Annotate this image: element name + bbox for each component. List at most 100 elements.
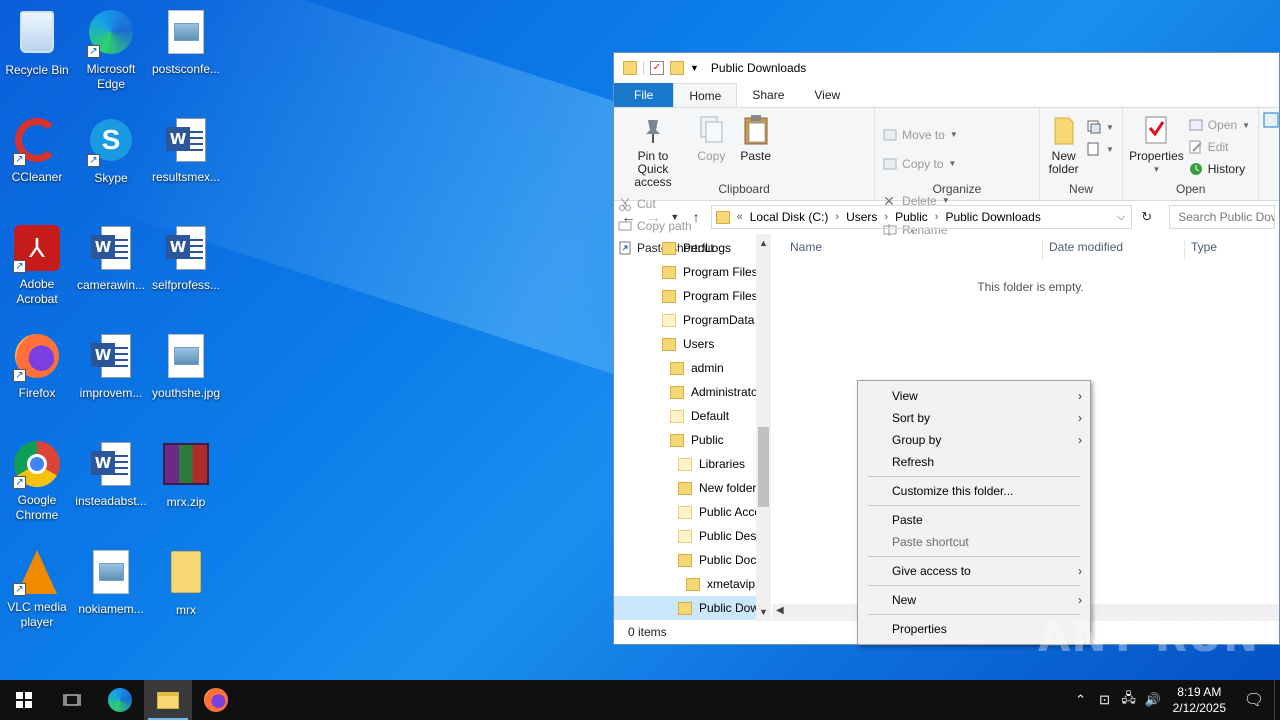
breadcrumb-separator-icon[interactable]: › [835, 211, 839, 223]
address-bar[interactable]: « Local Disk (C:) › Users › Public › Pub… [710, 205, 1133, 229]
paste-label: Paste [740, 149, 772, 163]
new-item-button[interactable]: ▼ [1087, 116, 1114, 138]
desktop-icon[interactable]: ⅄ ↗ Adobe Acrobat [0, 224, 74, 307]
start-button[interactable] [0, 680, 48, 720]
easy-access-button[interactable]: ▼ [1087, 138, 1114, 160]
navigation-pane-scrollbar[interactable]: ▲ ▼ [756, 234, 771, 621]
tree-item[interactable]: Users [614, 332, 771, 356]
desktop-icon[interactable]: postsconfe... [149, 8, 223, 77]
network-icon[interactable]: 🖧 [1117, 689, 1141, 711]
title-bar[interactable]: ✓ ▼ Public Downloads [614, 53, 1279, 83]
show-hidden-icons-chevron-icon[interactable]: ⌃ [1069, 692, 1093, 708]
device-tray-icon[interactable]: ⊡ [1093, 692, 1117, 708]
tab-file[interactable]: File [614, 83, 674, 107]
desktop-icon[interactable]: Winsteadabst... [74, 440, 148, 509]
desktop-icon[interactable]: S ↗ Skype [74, 116, 148, 186]
context-menu-item[interactable]: Group by › [858, 429, 1090, 451]
tree-item[interactable]: Program Files (x86) [614, 284, 771, 308]
breadcrumb-public-downloads[interactable]: Public Downloads [945, 210, 1040, 224]
breadcrumb-local-disk[interactable]: Local Disk (C:) [750, 210, 829, 224]
tree-item[interactable]: New folder [614, 476, 771, 500]
scroll-down-icon[interactable]: ▼ [756, 607, 771, 617]
breadcrumb-public[interactable]: Public [895, 210, 928, 224]
desktop-icon[interactable]: Wresultsmex... [149, 116, 223, 185]
edit-button[interactable]: Edit [1189, 136, 1250, 158]
context-menu-item[interactable]: New › [858, 589, 1090, 611]
select-all-icon[interactable] [1263, 112, 1279, 131]
desktop-icon[interactable]: mrx [149, 548, 223, 618]
desktop-icon[interactable]: ↗ Google Chrome [0, 440, 74, 523]
taskbar-file-explorer-button[interactable] [144, 680, 192, 720]
address-overflow[interactable]: « [737, 211, 743, 223]
copy-to-button[interactable]: Copy to ▼ [883, 149, 965, 178]
tab-view[interactable]: View [799, 83, 855, 107]
tree-item[interactable]: ProgramData [614, 308, 771, 332]
pin-to-quick-access-button[interactable]: Pin to Quick access [618, 112, 688, 191]
taskbar-edge-button[interactable] [96, 680, 144, 720]
tree-item[interactable]: Administrator [614, 380, 771, 404]
tree-item[interactable]: admin [614, 356, 771, 380]
tree-item[interactable]: Program Files [614, 260, 771, 284]
scrollbar-thumb[interactable] [758, 427, 769, 507]
desktop-icon[interactable]: ↗ Firefox [0, 332, 74, 401]
tree-item[interactable]: Default [614, 404, 771, 428]
desktop-icon[interactable]: ↗ Microsoft Edge [74, 8, 148, 92]
breadcrumb-users[interactable]: Users [846, 210, 877, 224]
context-menu-item[interactable]: Sort by › [858, 407, 1090, 429]
paste-button[interactable]: Paste [735, 112, 777, 165]
clock[interactable]: 8:19 AM 2/12/2025 [1165, 684, 1234, 716]
new-folder-button[interactable]: New folder [1044, 112, 1084, 178]
task-view-button[interactable] [48, 680, 96, 720]
new-folder-quick-access-icon[interactable] [670, 61, 684, 75]
tree-item[interactable]: PerfLogs [614, 236, 771, 260]
desktop-icon[interactable]: youthshe.jpg [149, 332, 223, 401]
tree-item[interactable]: Public Downloads [614, 596, 771, 620]
desktop-icon[interactable]: Recycle Bin [0, 8, 74, 78]
desktop-icon[interactable]: ↗ VLC media player [0, 548, 74, 630]
context-menu-item[interactable]: Paste [858, 509, 1090, 531]
scroll-left-icon[interactable]: ◀ [776, 605, 784, 616]
column-name[interactable]: Name [784, 240, 822, 260]
context-menu-item[interactable]: View › [858, 385, 1090, 407]
properties-quick-access-icon[interactable]: ✓ [650, 61, 664, 75]
context-menu-item[interactable]: Give access to › [858, 560, 1090, 582]
tree-item[interactable]: Public Desktop [614, 524, 771, 548]
tree-item[interactable]: Public [614, 428, 771, 452]
action-center-icon[interactable]: 🗨 [1234, 690, 1274, 710]
navigation-pane[interactable]: PerfLogs Program Files Program Files (x86)… [614, 234, 771, 621]
desktop-icon[interactable]: ↗ CCleaner [0, 116, 74, 185]
column-type[interactable]: Type [1184, 240, 1217, 260]
show-desktop-button[interactable] [1274, 680, 1280, 720]
desktop-icon[interactable]: mrx.zip [149, 440, 223, 510]
quick-access-dropdown-icon[interactable]: ▼ [690, 63, 699, 73]
submenu-arrow-icon: › [1078, 433, 1082, 447]
desktop-icon[interactable]: Wimprovem... [74, 332, 148, 401]
tab-home[interactable]: Home [673, 83, 738, 107]
desktop-icon[interactable]: Wcamerawin... [74, 224, 148, 293]
copy-button[interactable]: Copy [691, 112, 731, 165]
context-menu-item[interactable]: Paste shortcut [858, 531, 1090, 553]
tree-item[interactable]: xmetavip [614, 572, 771, 596]
column-date-modified[interactable]: Date modified [1042, 240, 1123, 260]
properties-button[interactable]: Properties ▼ [1127, 112, 1185, 178]
scroll-up-icon[interactable]: ▲ [756, 238, 771, 248]
desktop-icon[interactable]: nokiamem... [74, 548, 148, 617]
taskbar-firefox-button[interactable] [192, 680, 240, 720]
history-button[interactable]: History [1189, 158, 1250, 180]
tree-item[interactable]: Public Documents [614, 548, 771, 572]
tab-share[interactable]: Share [737, 83, 799, 107]
tree-item[interactable]: Libraries [614, 452, 771, 476]
tree-item[interactable]: Public Account Pictures [614, 500, 771, 524]
breadcrumb-separator-icon[interactable]: › [935, 211, 939, 223]
address-dropdown-chevron-icon[interactable]: ⌵ [1117, 211, 1125, 224]
desktop-icon[interactable]: Wselfprofess... [149, 224, 223, 293]
refresh-icon[interactable]: ↻ [1136, 209, 1157, 225]
context-menu-item[interactable]: Refresh [858, 451, 1090, 473]
breadcrumb-separator-icon[interactable]: › [884, 211, 888, 223]
context-menu-item[interactable]: Customize this folder... [858, 480, 1090, 502]
move-to-button[interactable]: Move to ▼ [883, 120, 965, 149]
open-button[interactable]: Open ▼ [1189, 114, 1250, 136]
volume-icon[interactable]: 🔊 [1141, 692, 1165, 708]
cut-button[interactable]: Cut [618, 193, 714, 215]
search-input[interactable]: Search Public Downloads [1169, 205, 1275, 229]
